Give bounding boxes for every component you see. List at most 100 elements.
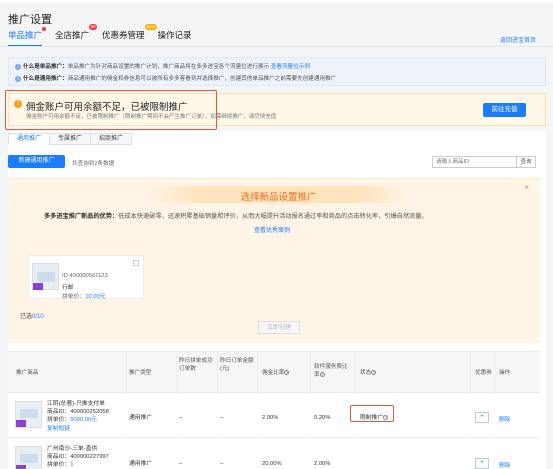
row-service-fee: 2.00% — [314, 461, 331, 467]
tab-logs[interactable]: 操作记录 — [158, 28, 192, 44]
product-checkbox[interactable] — [133, 260, 139, 266]
info-text: 商品通用推广的佣金和券信息可以被所有多多客看到并选择推广，创建其他单品推广之前需… — [67, 76, 337, 82]
selected-label: 已选 — [20, 314, 33, 320]
info-line-general: i 什么是通用推广：商品通用推广的佣金和券信息可以被所有多多客看到并选择推广，创建… — [15, 74, 336, 82]
back-home-link[interactable]: 返回进宝首页 — [500, 35, 536, 44]
subtab-merchant[interactable]: 招商推广 — [90, 133, 133, 145]
row-type: 通用推广 — [129, 461, 153, 467]
row-type: 通用推广 — [129, 415, 153, 421]
price-value: 5000.00元 — [70, 417, 97, 423]
header-status: 状态? — [360, 369, 377, 377]
page: 推广设置 单品推广 全店推广 99 优惠券管理 new 操作记录 返回进宝首页 … — [0, 0, 553, 469]
product-id-search-input[interactable] — [432, 156, 518, 168]
warning-highlight-box — [5, 90, 217, 130]
tab-store[interactable]: 全店推广 99 — [55, 24, 98, 44]
info-line-single: i 什么是单品推广：单品推广为针对商品设置的推广计划，推广商品将在多多进宝各个流量… — [15, 62, 310, 70]
new-badge: new — [145, 24, 157, 30]
header-type: 推广类型 — [129, 370, 152, 376]
row-product-price: 拼单价：5000.00元 — [47, 416, 97, 424]
row-amount: – — [220, 461, 224, 467]
row-orders: – — [179, 461, 183, 467]
info-text: 单品推广为针对商品设置的推广计划，推广商品将在多多进宝各个流量位进行展示 — [67, 64, 270, 70]
product-price: 拼单价：10.00元 — [62, 291, 106, 300]
header-commission-label: 佣金比率 — [262, 370, 285, 376]
row-service-fee: 0.20% — [314, 415, 331, 421]
subtab-general[interactable]: 通用推广 — [8, 133, 51, 145]
search-button[interactable]: 查询 — [516, 156, 536, 168]
new-general-promotion-button[interactable]: 新建通用推广 — [8, 155, 65, 168]
product-id: ID:400000561123 — [62, 273, 108, 279]
header-orders: 昨日拼单成功订单数 — [179, 358, 213, 372]
row-commission: 2.00% — [262, 415, 279, 421]
product-thumbnail — [15, 446, 42, 469]
view-cases-link[interactable]: 查看优秀案例 — [254, 225, 290, 234]
product-name: 行邮 — [62, 285, 74, 291]
header-service-fee-label: 软件服务费比率 — [314, 364, 348, 378]
info-prefix: 什么是单品推广： — [23, 64, 68, 70]
help-icon[interactable]: ? — [371, 370, 377, 376]
header-divider — [0, 46, 553, 47]
tab-single-product[interactable]: 单品推广 — [8, 27, 47, 47]
header-coupon: 优惠券 — [475, 370, 492, 376]
main-tabs: 单品推广 全店推广 99 优惠券管理 new 操作记录 — [8, 24, 205, 47]
add-coupon-button[interactable]: + — [475, 412, 489, 423]
sub-tabs: 通用推广 专属推广 招商推广 — [8, 133, 133, 146]
header-amount: 昨日订单金额(元) — [220, 358, 254, 372]
row-orders: – — [179, 415, 183, 421]
status-highlight-box — [350, 405, 394, 422]
row-amount: – — [220, 415, 224, 421]
price-label: 拼单价： — [62, 294, 86, 300]
header-status-label: 状态 — [360, 370, 372, 376]
help-icon[interactable]: ? — [284, 370, 290, 376]
page-title: 推广设置 — [8, 14, 52, 26]
tab-label: 优惠券管理 — [102, 30, 145, 40]
row-product-name: 广州南沙-三单-直供 — [47, 446, 98, 452]
top-edge — [0, 0, 553, 3]
delete-link[interactable]: 删除 — [499, 414, 511, 423]
promo-desc-text: 低成本快速破零，迅速积累基础销量和评价，从而大幅提升活动报名通过率和商品的点击转… — [118, 213, 428, 220]
recharge-button[interactable]: 前往充值 — [483, 103, 526, 117]
table-row: 江阴(总著)-只推支付单 商品ID：400000252058 拼单价：5000.… — [8, 394, 540, 438]
header-service-fee: 软件服务费比率? — [314, 363, 350, 379]
close-icon[interactable]: × — [524, 183, 529, 192]
promo-description: 多多进宝推广新品的优势：低成本快速破零，迅速积累基础销量和评价，从而大幅提升活动… — [44, 211, 428, 220]
price-value: 10.00元 — [85, 294, 106, 300]
copy-link[interactable]: 复制短链 — [47, 425, 70, 433]
info-icon: i — [15, 75, 21, 82]
selected-count: 已选0/10 — [20, 311, 44, 320]
promo-title: 选择新品设置推广 — [240, 192, 317, 203]
promo-desc-bold: 多多进宝推广新品的优势： — [44, 213, 119, 220]
info-icon: i — [15, 63, 21, 70]
product-thumbnail — [32, 263, 59, 290]
header-product: 推广商品 — [16, 370, 39, 376]
product-thumbnail — [15, 401, 42, 428]
row-product-name: 江阴(总著)-只推支付单 — [47, 401, 105, 407]
new-product-promo: 选择新品设置推广 × 多多进宝推广新品的优势：低成本快速破零，迅速积累基础销量和… — [8, 178, 540, 343]
row-commission: 20.00% — [262, 461, 282, 467]
tab-label: 操作记录 — [157, 30, 192, 40]
row-product-price: 拼单价：1 — [47, 461, 73, 469]
traffic-example-link[interactable]: 查看流量位示例 — [271, 64, 310, 70]
product-card[interactable]: ID:400000561123 行邮 拼单价：10.00元 — [28, 255, 144, 300]
row-product-id: 商品ID：400000252058 — [47, 409, 109, 415]
info-box: i 什么是单品推广：单品推广为针对商品设置的推广计划，推广商品将在多多进宝各个流量… — [8, 57, 546, 86]
add-coupon-button[interactable]: + — [475, 458, 489, 469]
delete-link[interactable]: 删除 — [499, 460, 511, 469]
count-badge: 99 — [89, 24, 98, 30]
header-action: 操作 — [499, 370, 511, 376]
table-row: 广州南沙-三单-直供 商品ID：400000227997 拼单价：1 通用推广 … — [8, 439, 540, 469]
result-count: 共查询到2条数据 — [72, 161, 115, 167]
tab-label: 全店推广 — [55, 30, 90, 40]
create-now-button[interactable]: 立即创建 — [258, 321, 300, 334]
subtab-exclusive[interactable]: 专属推广 — [49, 133, 92, 145]
tab-label: 单品推广 — [8, 30, 43, 40]
copy-link-label: 复制短链 — [47, 426, 71, 432]
row-product-id: 商品ID：400000227997 — [47, 454, 109, 460]
tab-coupon[interactable]: 优惠券管理 new — [102, 24, 157, 44]
help-icon[interactable]: ? — [319, 372, 325, 378]
price-value: 1 — [70, 462, 74, 468]
price-label: 拼单价： — [47, 462, 71, 468]
info-prefix: 什么是通用推广： — [23, 76, 68, 82]
selected-value: 0/10 — [32, 314, 44, 320]
price-label: 拼单价： — [47, 417, 71, 423]
